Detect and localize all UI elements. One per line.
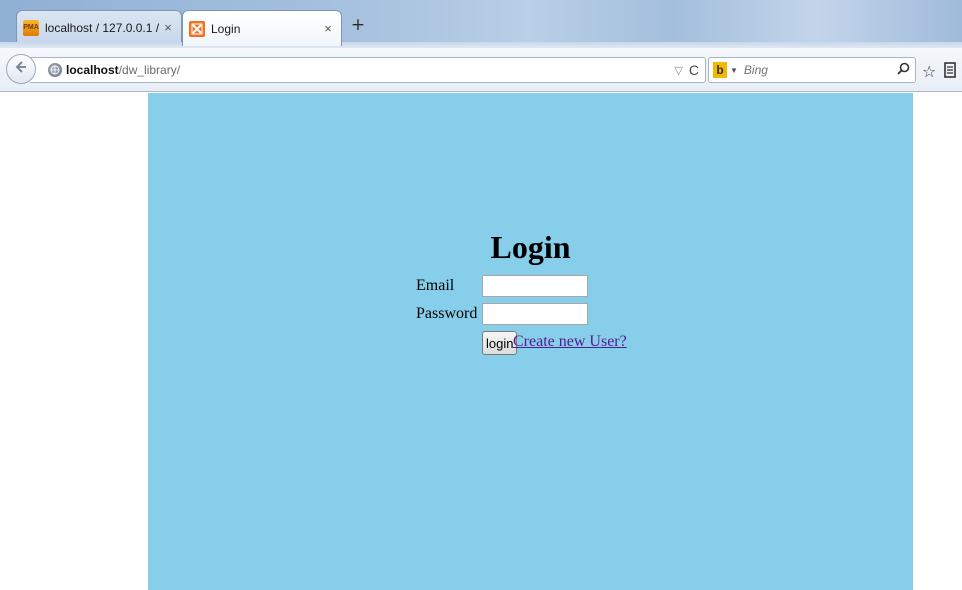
new-tab-button[interactable]: + (347, 12, 369, 38)
bookmark-star-icon[interactable]: ☆ (922, 62, 936, 81)
chevron-down-icon[interactable]: ▼ (730, 66, 738, 75)
phpmyadmin-icon: PMA (23, 19, 39, 36)
bing-icon[interactable]: b (713, 62, 727, 78)
navigation-bar: localhost/dw_library/ ▽ C b ▼ ☆ (0, 48, 962, 92)
search-icon[interactable] (897, 62, 910, 78)
tab-title: localhost / 127.0.0.1 / librar... (45, 20, 161, 35)
tab-strip: PMA localhost / 127.0.0.1 / librar... × … (0, 0, 962, 48)
tab-phpmyadmin[interactable]: PMA localhost / 127.0.0.1 / librar... × (16, 10, 182, 44)
url-path: /dw_library/ (118, 63, 181, 77)
password-field[interactable] (482, 303, 588, 325)
login-panel: Login Email Password login Create new Us… (148, 93, 913, 590)
tab-title: Login (211, 21, 241, 36)
dropdown-icon[interactable]: ▽ (674, 64, 682, 77)
close-icon[interactable]: × (321, 21, 335, 36)
create-user-link[interactable]: Create new User? (513, 333, 627, 351)
page-title: Login (490, 229, 571, 265)
back-arrow-icon (14, 60, 28, 78)
close-icon[interactable]: × (161, 20, 175, 35)
search-input[interactable] (743, 60, 894, 80)
back-button[interactable] (6, 54, 36, 84)
search-bar[interactable]: b ▼ (708, 57, 916, 83)
page-viewport: Login Email Password login Create new Us… (0, 93, 962, 590)
tab-login[interactable]: Login × (182, 10, 342, 46)
email-field[interactable] (482, 275, 588, 297)
url-bar[interactable]: localhost/dw_library/ ▽ C (30, 57, 706, 83)
email-label: Email (416, 277, 455, 294)
bookmarks-menu-icon[interactable] (944, 62, 956, 82)
url-host: localhost (66, 63, 119, 77)
reload-icon[interactable]: C (689, 62, 699, 78)
globe-icon[interactable] (48, 63, 62, 77)
password-label: Password (416, 305, 478, 322)
xampp-icon (189, 20, 205, 37)
